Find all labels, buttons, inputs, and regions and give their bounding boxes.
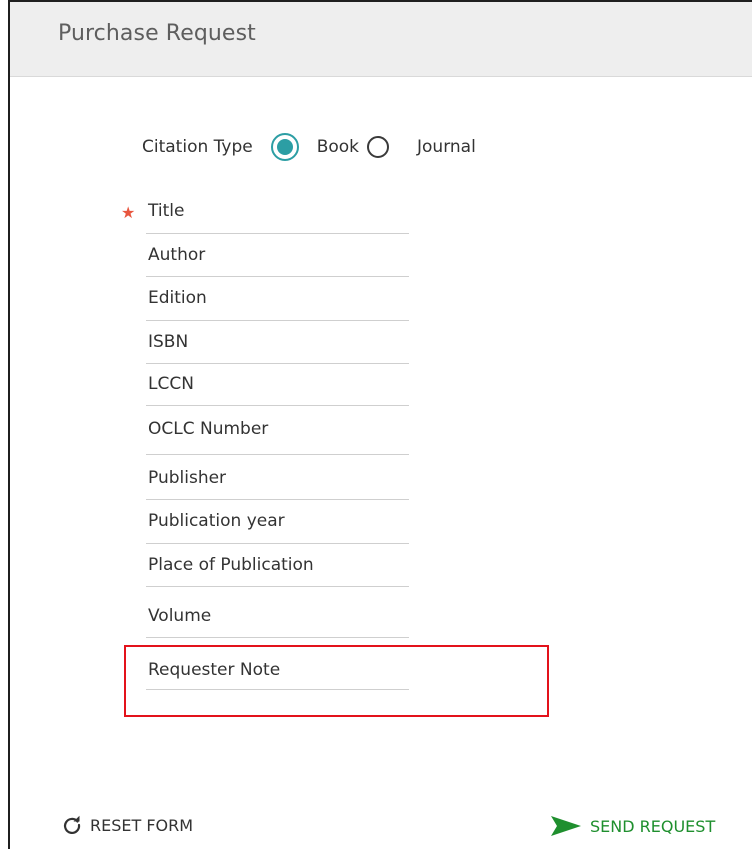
- place-of-publication-field-label: Place of Publication: [148, 555, 314, 575]
- send-request-label: SEND REQUEST: [590, 816, 716, 836]
- requester-note-highlight: [124, 645, 549, 717]
- place-of-publication-field[interactable]: Place of Publication: [146, 555, 409, 587]
- author-field-label: Author: [148, 245, 206, 265]
- reset-form-button[interactable]: RESET FORM: [62, 815, 193, 835]
- publisher-field[interactable]: Publisher: [146, 468, 409, 500]
- volume-field-label: Volume: [148, 606, 212, 626]
- volume-field[interactable]: Volume: [146, 606, 409, 638]
- send-arrow-icon: [551, 816, 581, 836]
- publisher-field-label: Publisher: [148, 468, 227, 488]
- radio-book[interactable]: [270, 133, 299, 161]
- publication-year-field-label: Publication year: [148, 511, 285, 531]
- radio-book-label[interactable]: Book: [317, 137, 359, 157]
- publication-year-field[interactable]: Publication year: [146, 511, 409, 544]
- edition-field-label: Edition: [148, 288, 207, 308]
- lccn-field-label: LCCN: [148, 374, 194, 394]
- citation-type-row: Citation Type Book Journal: [142, 130, 484, 164]
- radio-journal[interactable]: [367, 136, 390, 158]
- refresh-icon: [63, 815, 81, 834]
- oclc-number-field-label: OCLC Number: [148, 419, 269, 439]
- radio-selected-dot: [276, 139, 293, 155]
- purchase-request-panel: Purchase Request Citation Type Book Jour…: [8, 0, 752, 849]
- radio-journal-label[interactable]: Journal: [417, 137, 476, 157]
- reset-form-label: RESET FORM: [90, 815, 194, 835]
- isbn-field-label: ISBN: [148, 332, 189, 352]
- isbn-field[interactable]: ISBN: [146, 332, 409, 364]
- oclc-number-field[interactable]: OCLC Number: [146, 419, 409, 455]
- title-field[interactable]: ★ Title: [121, 201, 409, 234]
- author-field[interactable]: Author: [146, 245, 409, 277]
- citation-type-label: Citation Type: [142, 137, 253, 157]
- send-request-button[interactable]: SEND REQUEST: [550, 815, 715, 837]
- title-field-label: Title: [148, 201, 185, 221]
- edition-field[interactable]: Edition: [146, 288, 409, 321]
- required-star-icon: ★: [121, 203, 136, 222]
- panel-title: Purchase Request: [10, 2, 752, 77]
- lccn-field[interactable]: LCCN: [146, 374, 409, 406]
